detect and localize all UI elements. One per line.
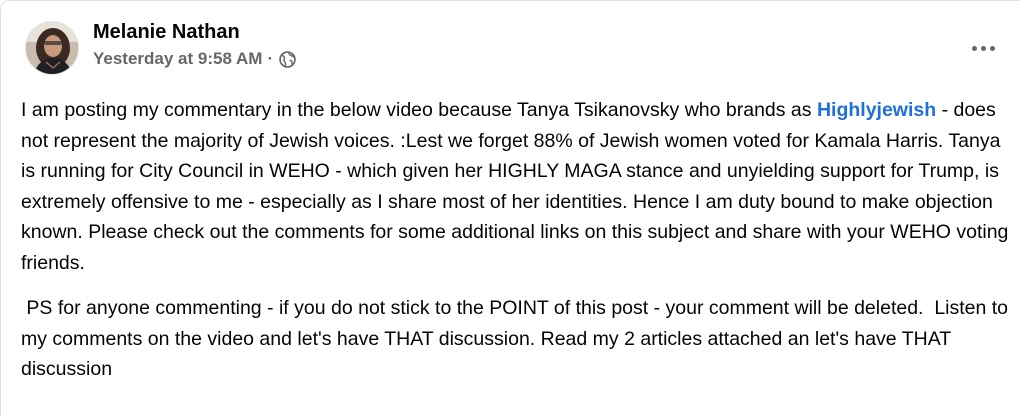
- globe-icon[interactable]: [279, 50, 296, 68]
- post-paragraph-1: I am posting my commentary in the below …: [21, 95, 1011, 278]
- more-options-icon: [971, 45, 977, 51]
- separator: ·: [267, 49, 274, 68]
- author-name[interactable]: Melanie Nathan: [93, 19, 296, 45]
- post-card: Melanie Nathan Yesterday at 9:58 AM · I …: [0, 0, 1020, 416]
- hashtag-link[interactable]: Highlyjewish: [817, 99, 936, 121]
- post-header: Melanie Nathan Yesterday at 9:58 AM ·: [25, 21, 296, 75]
- more-options-button[interactable]: [966, 31, 1000, 65]
- post-timestamp[interactable]: Yesterday at 9:58 AM: [93, 47, 262, 71]
- post-meta: Melanie Nathan Yesterday at 9:58 AM ·: [93, 21, 296, 71]
- paragraph-1-text: I am posting my commentary in the below …: [21, 99, 812, 121]
- post-body: I am posting my commentary in the below …: [21, 95, 1011, 385]
- avatar-image: [26, 22, 78, 74]
- avatar[interactable]: [25, 21, 79, 75]
- post-subline: Yesterday at 9:58 AM ·: [93, 47, 296, 71]
- post-paragraph-2: PS for anyone commenting - if you do not…: [21, 297, 1014, 380]
- paragraph-1-text-continued: - does not represent the majority of Jew…: [21, 99, 1009, 274]
